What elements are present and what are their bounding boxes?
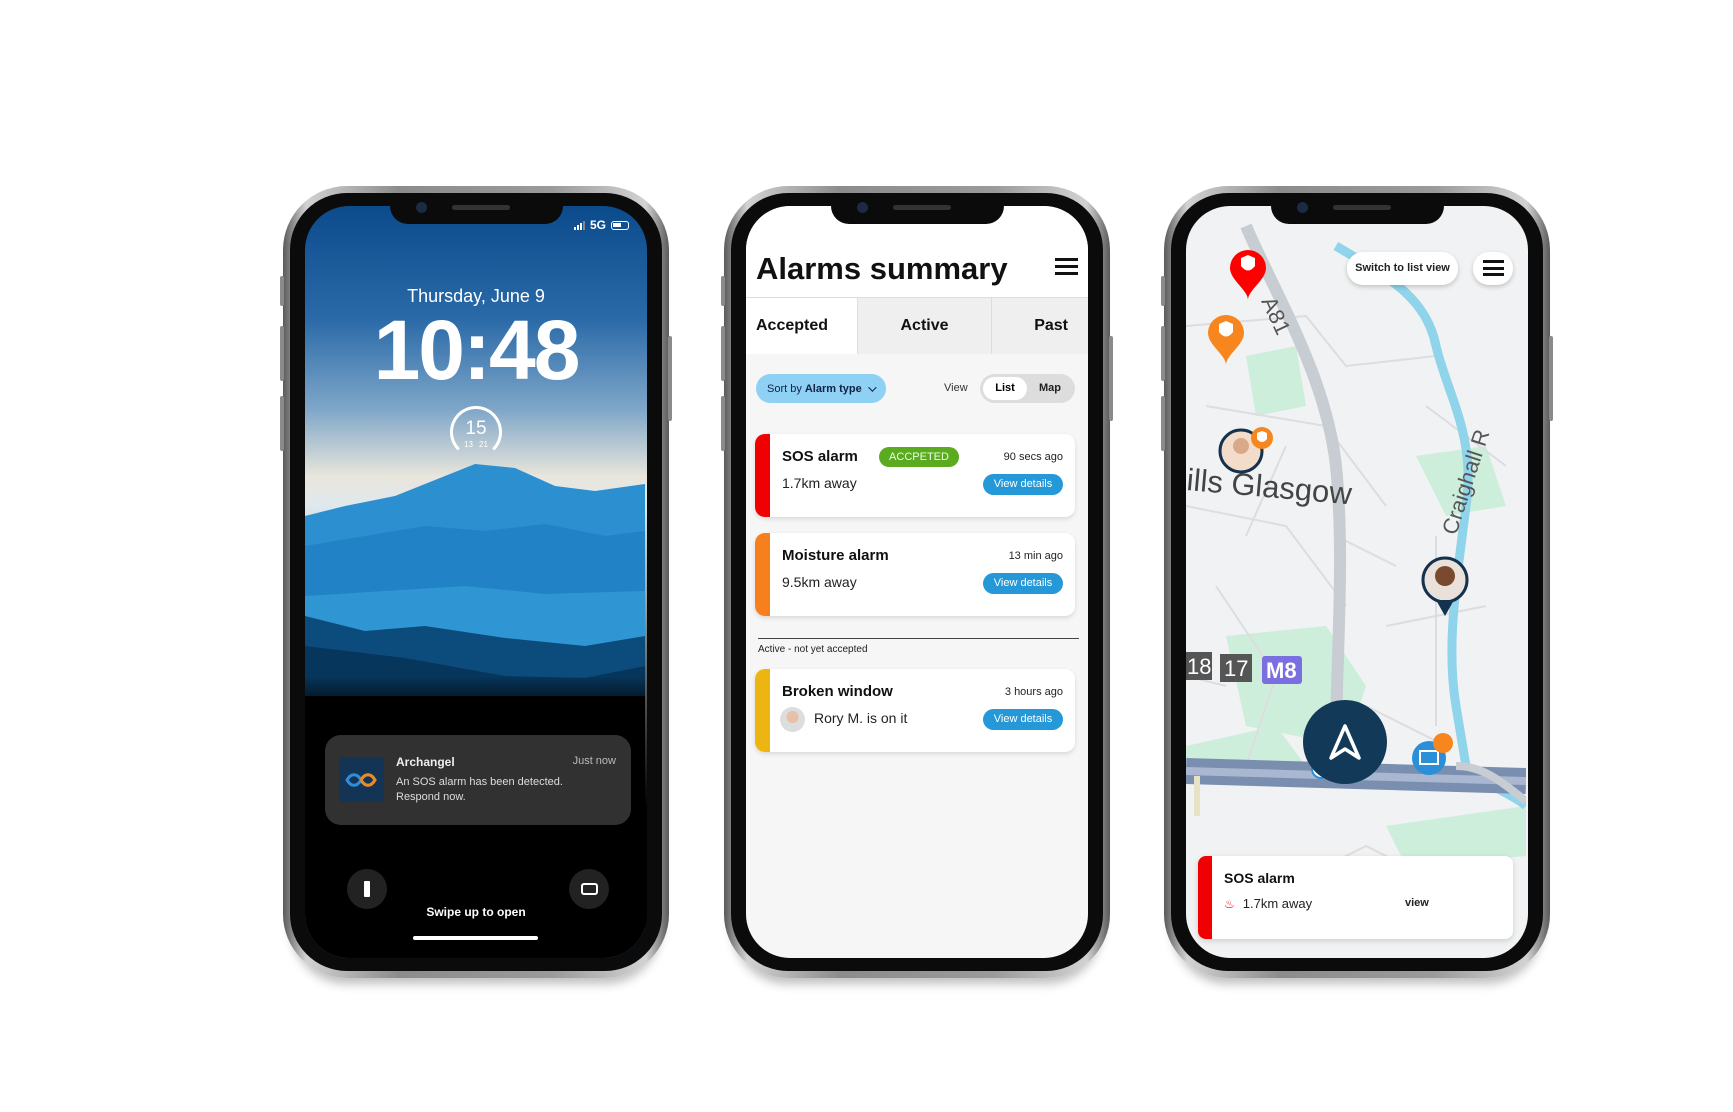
home-indicator[interactable]: [413, 936, 538, 940]
map-junction-label: 18: [1187, 654, 1211, 679]
alarm-time: 90 secs ago: [1003, 451, 1063, 463]
severity-bar: [755, 669, 770, 752]
temperature-current: 15: [465, 418, 487, 439]
view-toggle: List Map: [980, 374, 1075, 403]
page-title: Alarms summary: [756, 251, 1008, 286]
map-junction-label: 17: [1224, 656, 1248, 681]
flashlight-icon: [364, 881, 370, 897]
temperature-high: 21: [479, 440, 488, 449]
notification-app-name: Archangel: [396, 755, 455, 769]
notification-time: Just now: [572, 755, 616, 767]
severity-bar: [755, 434, 770, 517]
lock-time: 10:48: [373, 303, 581, 397]
alarm-title: SOS alarm: [782, 448, 858, 465]
notification-message: An SOS alarm has been detected. Respond …: [396, 776, 563, 803]
archangel-logo: [339, 757, 384, 802]
alarm-card-moisture[interactable]: Moisture alarm 13 min ago 9.5km away Vie…: [755, 533, 1075, 616]
map[interactable]: A81 ills Glasgow Craighall R 18 17 M8 U …: [1186, 206, 1528, 958]
tab-active[interactable]: Active: [857, 298, 991, 354]
notification-archangel[interactable]: Archangel Just now An SOS alarm has been…: [325, 735, 631, 825]
avatar: [780, 707, 805, 732]
section-label: Active - not yet accepted: [758, 644, 868, 655]
section-divider: [758, 638, 1079, 639]
alarm-time: 3 hours ago: [1004, 686, 1063, 698]
alarm-title: Broken window: [782, 683, 893, 700]
view-details-button[interactable]: View details: [983, 474, 1063, 495]
hamburger-icon[interactable]: [1055, 258, 1078, 275]
recenter-navigation-button[interactable]: [1303, 700, 1387, 784]
alarm-card-sos[interactable]: SOS alarm ACCPETED 90 secs ago 1.7km awa…: [755, 434, 1075, 517]
temperature-low: 13: [464, 440, 473, 449]
alarm-time: 13 min ago: [1008, 550, 1063, 562]
swipe-hint: Swipe up to open: [426, 905, 526, 919]
status-badge: ACCPETED: [879, 447, 959, 467]
tab-accepted[interactable]: Accepted: [746, 298, 857, 354]
chevron-down-icon: [867, 382, 877, 392]
weather-widget[interactable]: 15 13 21: [450, 406, 502, 458]
battery-icon: [611, 220, 629, 230]
view-label: View: [944, 382, 968, 394]
sort-dropdown[interactable]: Sort by Alarm type: [756, 374, 886, 403]
map-label-place: ills Glasgow: [1186, 462, 1354, 511]
phone-lock-screen: 5G Thursday, June 9 10:48 15 13 21 Archan…: [280, 186, 672, 978]
tab-past[interactable]: Past: [991, 298, 1088, 354]
view-alarm-link[interactable]: view: [1405, 897, 1429, 909]
view-list-option[interactable]: List: [983, 377, 1027, 400]
alarm-distance: 9.5km away: [782, 574, 857, 590]
view-details-button[interactable]: View details: [983, 709, 1063, 730]
network-label: 5G: [589, 218, 606, 232]
responder-status: Rory M. is on it: [814, 710, 908, 726]
signal-bars-icon: [573, 220, 585, 230]
view-map-option[interactable]: Map: [1028, 377, 1072, 400]
status-bar: 5G: [573, 218, 629, 232]
alarm-card-broken-window[interactable]: Broken window 3 hours ago Rory M. is on …: [755, 669, 1075, 752]
alarm-title: SOS alarm: [1224, 870, 1295, 886]
alarm-bell-icon: ♨: [1224, 896, 1235, 911]
phone-alarms-summary: Alarms summary Accepted Active Past Sort…: [721, 186, 1113, 978]
menu-button[interactable]: [1473, 252, 1513, 285]
alarm-distance: 1.7km away: [782, 475, 857, 491]
severity-bar: [1198, 856, 1212, 939]
flashlight-button[interactable]: [347, 869, 387, 909]
alarm-tabs: Accepted Active Past: [746, 298, 1088, 354]
camera-button[interactable]: [569, 869, 609, 909]
alarm-title: Moisture alarm: [782, 547, 889, 564]
severity-bar: [755, 533, 770, 616]
switch-to-list-view-button[interactable]: Switch to list view: [1347, 252, 1458, 285]
map-motorway-label: M8: [1266, 658, 1297, 683]
phone-map-view: A81 ills Glasgow Craighall R 18 17 M8 U …: [1161, 186, 1553, 978]
selected-alarm-card[interactable]: SOS alarm ♨ 1.7km away view: [1198, 856, 1513, 939]
camera-icon: [580, 883, 598, 895]
alarm-distance: 1.7km away: [1242, 896, 1313, 911]
view-details-button[interactable]: View details: [983, 573, 1063, 594]
hamburger-icon: [1483, 260, 1504, 276]
navigation-arrow-icon: [1329, 724, 1361, 760]
sort-value: Alarm type: [804, 382, 862, 395]
sort-prefix: Sort by: [767, 382, 802, 395]
